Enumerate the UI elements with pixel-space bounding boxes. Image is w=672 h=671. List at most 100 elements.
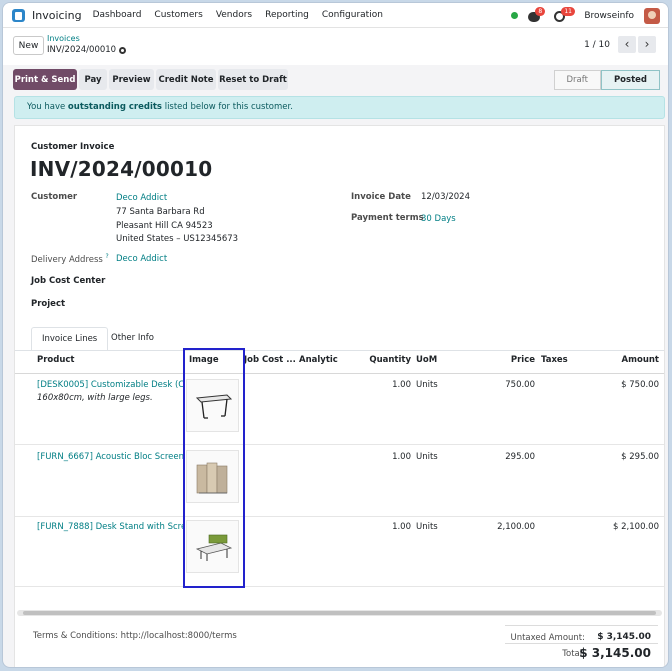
tabs-divider xyxy=(15,350,664,351)
row-price[interactable]: 750.00 xyxy=(475,380,535,390)
row-description: 160x80cm, with large legs. xyxy=(37,393,153,403)
print-send-button[interactable]: Print & Send xyxy=(13,69,77,90)
row-divider xyxy=(15,586,664,587)
breadcrumb-current-label: INV/2024/00010 xyxy=(47,45,117,55)
row-quantity[interactable]: 1.00 xyxy=(355,452,411,462)
new-button[interactable]: New xyxy=(13,36,44,55)
untaxed-amount-value: $ 3,145.00 xyxy=(597,632,651,642)
row-uom[interactable]: Units xyxy=(416,452,438,462)
activities-count-badge: 11 xyxy=(561,6,575,16)
pager-next-button[interactable]: › xyxy=(638,36,656,53)
row-amount: $ 295.00 xyxy=(621,452,659,462)
status-bar: Draft Posted xyxy=(553,70,660,90)
app-name[interactable]: Invoicing xyxy=(32,9,82,22)
row-product[interactable]: [DESK0005] Customizable Desk (Cu... xyxy=(37,380,183,390)
row-amount: $ 2,100.00 xyxy=(613,522,659,532)
pager-previous-button[interactable]: ‹ xyxy=(618,36,636,53)
status-draft[interactable]: Draft xyxy=(553,70,601,90)
credit-note-button[interactable]: Credit Note xyxy=(156,69,216,90)
scrollbar-thumb[interactable] xyxy=(23,611,656,615)
activities-button[interactable]: 11 xyxy=(554,6,575,23)
row-uom[interactable]: Units xyxy=(416,522,438,532)
row-price[interactable]: 295.00 xyxy=(475,452,535,462)
control-panel: New Invoices INV/2024/00010 1 / 10 ‹ › xyxy=(3,28,668,65)
gear-icon[interactable] xyxy=(119,46,127,54)
image-column-highlight xyxy=(183,348,245,588)
customer-address-line-2: Pleasant Hill CA 94523 xyxy=(116,221,213,231)
project-label: Project xyxy=(31,299,66,309)
action-bar: Print & Send Pay Preview Credit Note Res… xyxy=(3,65,668,96)
untaxed-amount-label: Untaxed Amount: xyxy=(510,633,585,643)
menu-customers[interactable]: Customers xyxy=(154,10,202,20)
table-header-divider xyxy=(15,373,664,374)
column-job-cost[interactable]: Job Cost ... xyxy=(244,355,296,365)
job-cost-center-label: Job Cost Center xyxy=(31,276,106,286)
help-tooltip-icon[interactable]: ? xyxy=(106,253,109,260)
menu-configuration[interactable]: Configuration xyxy=(322,10,383,20)
top-navbar: Invoicing Dashboard Customers Vendors Re… xyxy=(3,3,668,28)
status-online-icon xyxy=(511,12,519,19)
column-price[interactable]: Price xyxy=(485,355,535,365)
column-product[interactable]: Product xyxy=(37,355,75,365)
terms-and-conditions: Terms & Conditions: http://localhost:800… xyxy=(33,631,237,641)
breadcrumb-current: INV/2024/00010 xyxy=(47,45,127,55)
totals-top-divider xyxy=(505,625,658,626)
app-window: Invoicing Dashboard Customers Vendors Re… xyxy=(2,2,669,668)
customer-address-line-3: United States – US12345673 xyxy=(116,234,239,244)
totals-divider xyxy=(505,643,658,644)
pager: 1 / 10 ‹ › xyxy=(584,36,656,53)
breadcrumb-invoices[interactable]: Invoices xyxy=(47,34,80,43)
delivery-address-label: Delivery Address ? xyxy=(31,253,109,265)
payment-terms-value[interactable]: 30 Days xyxy=(421,214,456,224)
row-divider xyxy=(15,516,664,517)
column-amount[interactable]: Amount xyxy=(595,355,659,365)
navbar-systray: 8 11 Browseinfo xyxy=(511,3,660,28)
row-quantity[interactable]: 1.00 xyxy=(355,380,411,390)
total-value: $ 3,145.00 xyxy=(579,646,651,660)
row-quantity[interactable]: 1.00 xyxy=(355,522,411,532)
column-quantity[interactable]: Quantity xyxy=(355,355,411,365)
invoice-date-value[interactable]: 12/03/2024 xyxy=(421,192,470,202)
menu-reporting[interactable]: Reporting xyxy=(265,10,309,20)
column-uom[interactable]: UoM xyxy=(416,355,437,365)
preview-button[interactable]: Preview xyxy=(109,69,154,90)
total-label: Total: xyxy=(562,649,585,659)
delivery-address-link[interactable]: Deco Addict xyxy=(116,254,167,264)
pager-value[interactable]: 1 / 10 xyxy=(584,40,610,50)
outstanding-credits-alert: You have outstanding credits listed belo… xyxy=(14,96,665,119)
menu-vendors[interactable]: Vendors xyxy=(216,10,252,20)
company-switcher[interactable]: Browseinfo xyxy=(584,11,634,21)
invoice-date-label: Invoice Date xyxy=(351,192,411,202)
menu-dashboard[interactable]: Dashboard xyxy=(93,10,142,20)
row-amount: $ 750.00 xyxy=(621,380,659,390)
payment-terms-label: Payment terms xyxy=(351,213,424,223)
column-taxes[interactable]: Taxes xyxy=(541,355,568,365)
messages-count-badge: 8 xyxy=(535,6,546,16)
horizontal-scrollbar[interactable] xyxy=(17,610,662,616)
invoice-form-sheet: Customer Invoice INV/2024/00010 Customer… xyxy=(14,125,665,667)
messages-button[interactable]: 8 xyxy=(528,6,546,23)
tab-other-info[interactable]: Other Info xyxy=(101,327,164,351)
row-product[interactable]: [FURN_7888] Desk Stand with Screen xyxy=(37,522,183,532)
invoice-number: INV/2024/00010 xyxy=(30,157,213,181)
delivery-address-label-text: Delivery Address xyxy=(31,254,103,265)
row-divider xyxy=(15,444,664,445)
row-price[interactable]: 2,100.00 xyxy=(475,522,535,532)
customer-name-link[interactable]: Deco Addict xyxy=(116,193,167,203)
customer-label: Customer xyxy=(31,192,78,202)
alert-strong: outstanding credits xyxy=(67,102,162,112)
invoicing-app-icon[interactable] xyxy=(12,8,25,22)
customer-address-line-1: 77 Santa Barbara Rd xyxy=(116,207,205,217)
document-type: Customer Invoice xyxy=(31,142,115,152)
alert-prefix: You have xyxy=(27,102,68,112)
user-avatar[interactable] xyxy=(644,7,660,24)
row-product[interactable]: [FURN_6667] Acoustic Bloc Screens... xyxy=(37,452,183,462)
alert-suffix: listed below for this customer. xyxy=(162,102,293,112)
reset-to-draft-button[interactable]: Reset to Draft xyxy=(218,69,288,90)
column-analytic[interactable]: Analytic xyxy=(299,355,338,365)
main-menu: Dashboard Customers Vendors Reporting Co… xyxy=(93,10,396,20)
row-uom[interactable]: Units xyxy=(416,380,438,390)
tab-invoice-lines[interactable]: Invoice Lines xyxy=(31,327,109,351)
status-posted[interactable]: Posted xyxy=(600,70,660,90)
pay-button[interactable]: Pay xyxy=(79,69,107,90)
